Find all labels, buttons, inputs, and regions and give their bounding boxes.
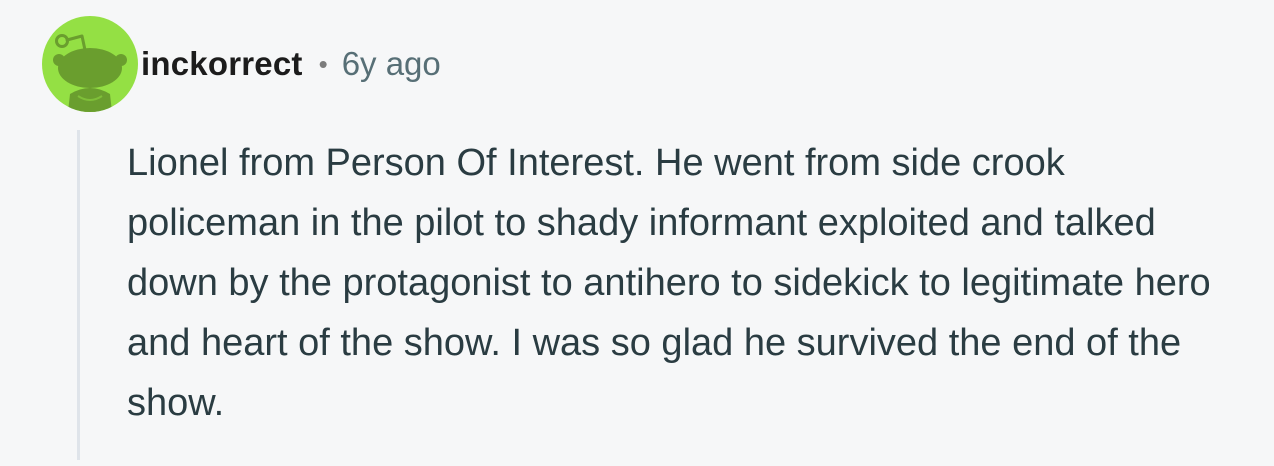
comment-header: inckorrect • 6y ago: [42, 16, 441, 112]
comment-body: Lionel from Person Of Interest. He went …: [127, 142, 1211, 424]
snoo-avatar-icon: [53, 34, 127, 112]
comment-timestamp[interactable]: 6y ago: [342, 45, 441, 83]
thread-line[interactable]: [77, 130, 80, 460]
username-link[interactable]: inckorrect: [141, 45, 303, 83]
comment: inckorrect • 6y ago Lionel from Person O…: [0, 0, 1274, 466]
meta-separator: •: [318, 49, 328, 79]
user-avatar[interactable]: [42, 16, 138, 112]
